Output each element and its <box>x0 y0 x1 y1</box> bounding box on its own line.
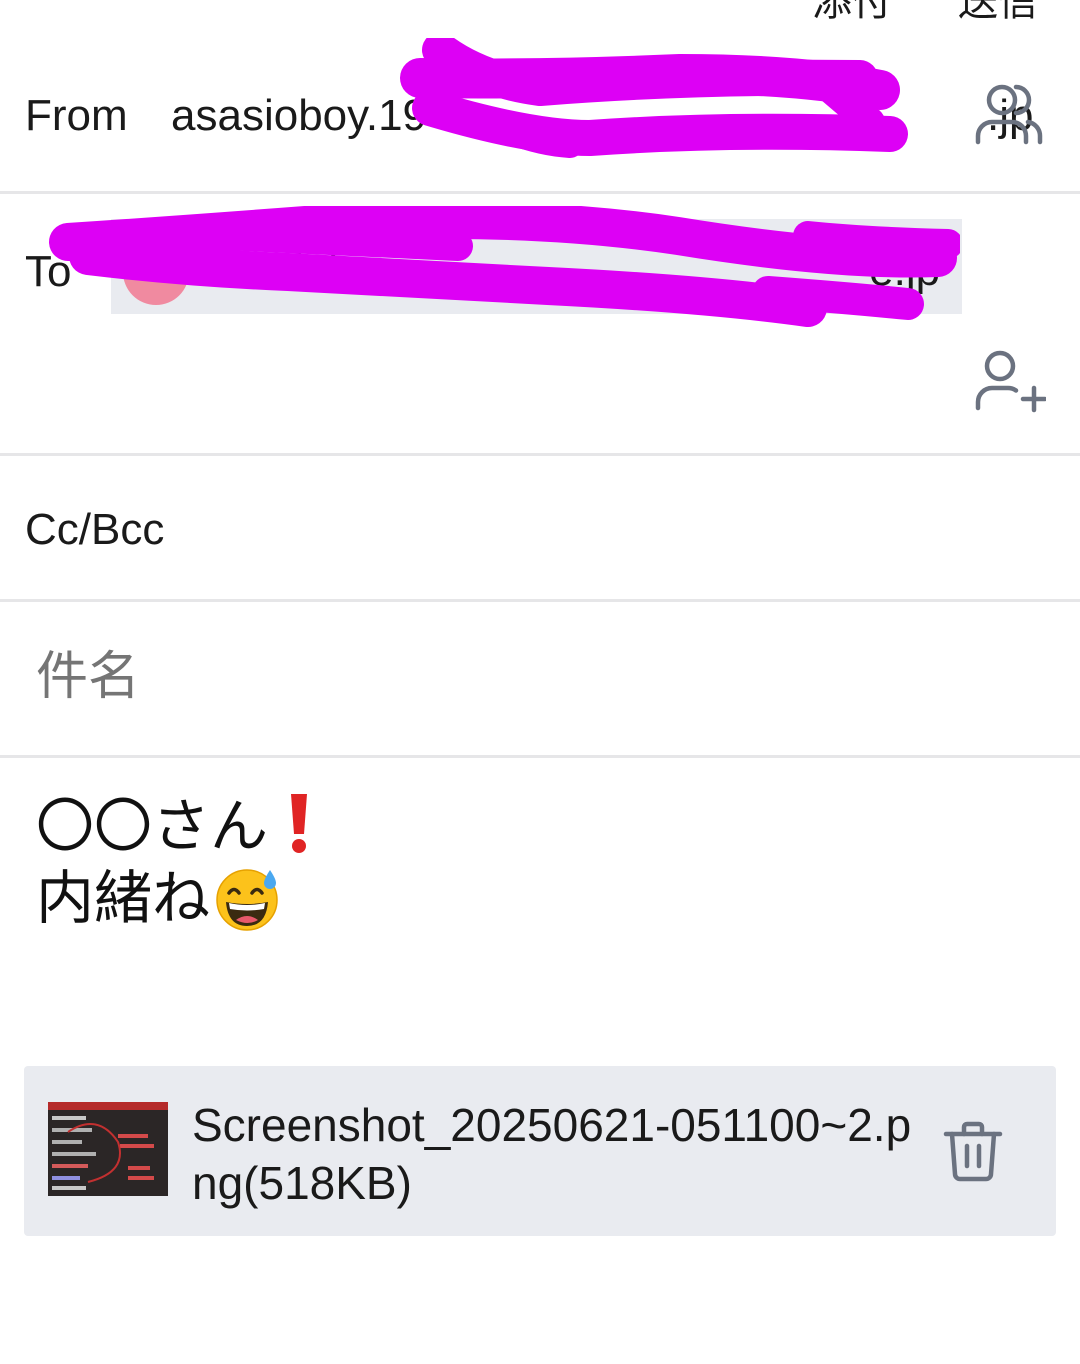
add-contact-icon[interactable] <box>972 348 1046 414</box>
attachment-thumbnail <box>48 1102 168 1196</box>
from-label: From <box>25 91 128 140</box>
send-button[interactable]: 送信 <box>958 0 1038 26</box>
body-line-1-text: 〇〇さん <box>36 792 269 860</box>
from-address-visible: asasioboy.19 <box>171 91 428 140</box>
exclamation-emoji-icon <box>291 794 308 853</box>
top-action-bar: 添付 送信 <box>0 0 1080 30</box>
from-row: From asasioboy.19 .jp <box>0 30 1080 194</box>
grinning-sweat-emoji-icon <box>216 869 278 931</box>
body-line-2: 内緒ね <box>36 862 1046 934</box>
to-row: To a asasioboy e.jp <box>0 194 1080 456</box>
trash-icon[interactable] <box>940 1118 1006 1184</box>
cc-bcc-row[interactable]: Cc/Bcc <box>0 456 1080 602</box>
recipient-address-visible: asasioboy <box>201 246 400 295</box>
attach-button[interactable]: 添付 <box>812 0 892 26</box>
contacts-icon[interactable] <box>972 82 1046 148</box>
recipient-avatar: a <box>123 239 189 305</box>
attachment-filename: Screenshot_20250621-051100~2.png(518KB) <box>192 1099 912 1209</box>
message-body[interactable]: 〇〇さん 内緒ね <box>36 790 1046 1030</box>
cc-bcc-label: Cc/Bcc <box>25 505 165 554</box>
recipient-address-tail: e.jp <box>869 246 941 295</box>
recipient-address: asasioboy e.jp <box>201 245 940 297</box>
recipient-chip[interactable]: a asasioboy e.jp <box>111 219 962 314</box>
from-address[interactable]: asasioboy.19 .jp <box>171 90 1034 142</box>
attachment-item[interactable]: Screenshot_20250621-051100~2.png(518KB) <box>24 1066 1056 1236</box>
body-line-1: 〇〇さん <box>36 790 1046 862</box>
subject-input[interactable] <box>36 646 1036 708</box>
to-label: To <box>25 247 72 296</box>
subject-row <box>0 602 1080 758</box>
body-line-2-text: 内緒ね <box>36 864 211 932</box>
